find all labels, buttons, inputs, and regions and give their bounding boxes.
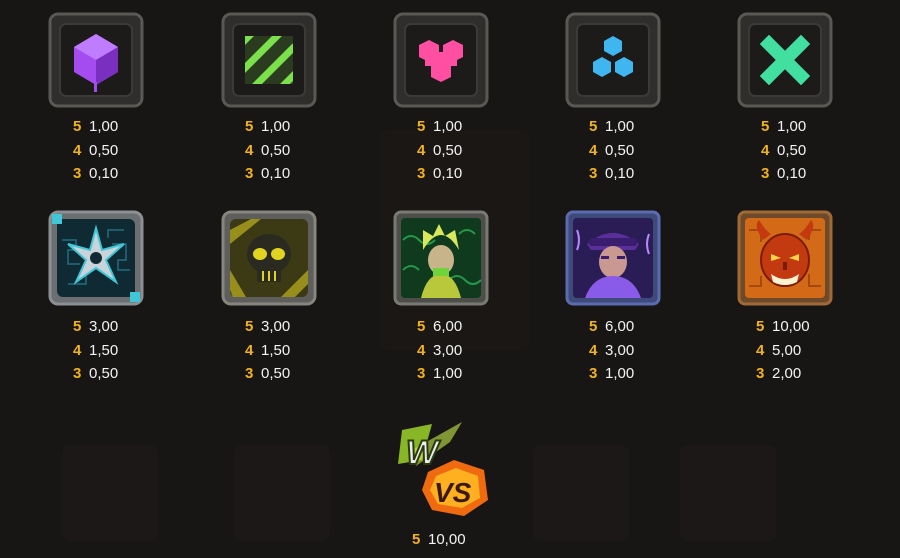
pay-row: 4 1,50: [73, 341, 119, 359]
pay-row: 5 6,00: [589, 318, 635, 335]
green-ninja-icon: [393, 210, 489, 306]
pay-row: 5 1,00: [417, 118, 463, 135]
pay-row: 5 1,00: [245, 118, 291, 135]
pay-row: 5 10,00: [412, 531, 466, 548]
paytable-purple-cube: 5 1,00 4 0,50 3 0,10: [73, 115, 118, 186]
pay-row: 4 3,00: [417, 341, 463, 359]
pay-row: 4 0,50: [245, 141, 291, 159]
paytable-oni-mask: 5 10,00 4 5,00 3 2,00: [756, 315, 810, 386]
background-tile: [234, 445, 330, 541]
vs-text: VS: [434, 477, 472, 508]
background-tile: [62, 445, 158, 541]
pay-row: 3 0,10: [761, 165, 807, 182]
pay-row: 5 1,00: [73, 118, 119, 135]
pay-row: 5 3,00: [73, 318, 119, 335]
pay-row: 4 0,50: [73, 141, 119, 159]
pay-row: 3 1,00: [589, 365, 635, 382]
wild-letter: W: [406, 434, 441, 472]
pay-row: 4 0,50: [417, 141, 463, 159]
background-tile: [533, 445, 629, 541]
paytable-green-ninja: 5 6,00 4 3,00 3 1,00: [417, 315, 462, 386]
purple-fighter-icon: [565, 210, 661, 306]
pay-row: 3 0,10: [417, 165, 463, 182]
pay-row: 5 6,00: [417, 318, 463, 335]
green-cross-icon: [737, 12, 833, 108]
paytable-green-cross: 5 1,00 4 0,50 3 0,10: [761, 115, 806, 186]
pay-row: 5 10,00: [756, 318, 810, 335]
pay-row: 3 0,10: [589, 165, 635, 182]
pay-row: 3 1,00: [417, 365, 463, 382]
paytable-blue-hexagons: 5 1,00 4 0,50 3 0,10: [589, 115, 634, 186]
paytable-shuriken: 5 3,00 4 1,50 3 0,50: [73, 315, 118, 386]
shuriken-icon: [48, 210, 144, 306]
pay-row: 4 5,00: [756, 341, 802, 359]
pay-row: 3 0,50: [245, 365, 291, 382]
purple-cube-icon: [48, 12, 144, 108]
pay-row: 4 1,50: [245, 341, 291, 359]
pay-row: 5 1,00: [761, 118, 807, 135]
paytable-skull: 5 3,00 4 1,50 3 0,50: [245, 315, 290, 386]
pay-row: 3 2,00: [756, 365, 802, 382]
pay-row: 4 3,00: [589, 341, 635, 359]
pay-row: 3 0,50: [73, 365, 119, 382]
pay-row: 4 0,50: [589, 141, 635, 159]
pay-row: 3 0,10: [73, 165, 119, 182]
green-stripes-icon: [221, 12, 317, 108]
wild-vs-icon: W VS: [392, 420, 492, 520]
skull-icon: [221, 210, 317, 306]
oni-mask-icon: [737, 210, 833, 306]
paytable-purple-fighter: 5 6,00 4 3,00 3 1,00: [589, 315, 634, 386]
pay-row: 5 1,00: [589, 118, 635, 135]
pink-trefoil-icon: [393, 12, 489, 108]
pay-row: 4 0,50: [761, 141, 807, 159]
pay-row: 3 0,10: [245, 165, 291, 182]
paytable-pink-trefoil: 5 1,00 4 0,50 3 0,10: [417, 115, 462, 186]
background-tile: [680, 445, 776, 541]
paytable-wild: 5 10,00: [412, 528, 466, 552]
blue-hexagons-icon: [565, 12, 661, 108]
pay-row: 5 3,00: [245, 318, 291, 335]
paytable-green-stripes: 5 1,00 4 0,50 3 0,10: [245, 115, 290, 186]
